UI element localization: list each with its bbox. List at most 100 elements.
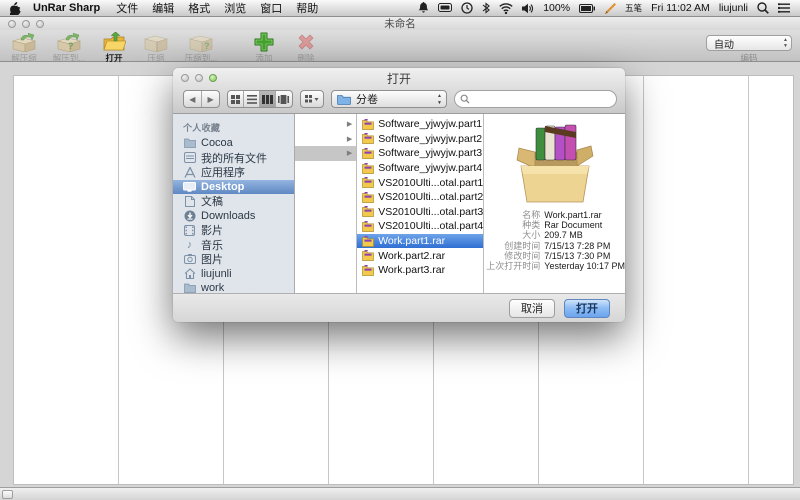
search-input[interactable] bbox=[474, 92, 616, 106]
app-name[interactable]: UnRar Sharp bbox=[33, 2, 100, 14]
sidebar-item-all-my-files[interactable]: 我的所有文件 bbox=[173, 151, 294, 166]
file-row[interactable]: Software_yjwyjw.part1.rar bbox=[357, 117, 483, 132]
parent-row[interactable]: ▶ bbox=[295, 132, 356, 147]
dialog-titlebar: 打开 bbox=[173, 68, 625, 88]
file-row[interactable]: Work.part2.rar bbox=[357, 248, 483, 263]
nav-segment: ◀ ▶ bbox=[183, 90, 220, 108]
preview-name: Work.part1.rar bbox=[544, 210, 601, 220]
pictures-icon bbox=[183, 254, 196, 264]
input-method-pen-icon[interactable] bbox=[604, 3, 616, 14]
input-method-label[interactable]: 五笔 bbox=[625, 2, 642, 14]
encoding-label: 编码 bbox=[740, 52, 757, 64]
notification-center-icon[interactable] bbox=[778, 3, 790, 13]
rar-file-icon bbox=[362, 192, 374, 203]
column-view-button[interactable] bbox=[260, 91, 276, 107]
apple-menu-icon[interactable] bbox=[10, 2, 21, 15]
preview-pane: 名称Work.part1.rar 种类Rar Document 大小209.7 … bbox=[484, 114, 625, 293]
music-note-icon: ♪ bbox=[183, 240, 196, 250]
file-row[interactable]: Work.part3.rar bbox=[357, 263, 483, 278]
menu-window[interactable]: 窗口 bbox=[260, 0, 282, 16]
notifications-bell-icon[interactable] bbox=[418, 2, 429, 14]
desktop-icon bbox=[183, 182, 196, 192]
battery-percent[interactable]: 100% bbox=[543, 2, 570, 14]
file-row[interactable]: Software_yjwyjw.part2.rar bbox=[357, 132, 483, 147]
parent-row-selected[interactable]: ▶ bbox=[295, 146, 356, 161]
add-plus-icon bbox=[254, 32, 274, 52]
preview-modified: 7/15/13 7:30 PM bbox=[544, 251, 610, 261]
coverflow-view-button[interactable] bbox=[276, 91, 292, 107]
statusbar-widget[interactable] bbox=[2, 490, 13, 499]
sidebar-item-home[interactable]: liujunli bbox=[173, 267, 294, 282]
preview-kind: Rar Document bbox=[544, 220, 602, 230]
compress-to-button[interactable]: ? 压缩到... bbox=[178, 32, 224, 64]
sidebar-item-documents[interactable]: 文稿 bbox=[173, 194, 294, 209]
rar-file-icon bbox=[362, 133, 374, 144]
battery-icon[interactable] bbox=[579, 4, 595, 13]
open-button[interactable]: 打开 bbox=[94, 32, 134, 64]
time-machine-icon[interactable] bbox=[461, 2, 473, 14]
bluetooth-icon[interactable] bbox=[482, 2, 490, 14]
cancel-button[interactable]: 取消 bbox=[509, 299, 555, 318]
menu-help[interactable]: 帮助 bbox=[296, 0, 318, 16]
menu-edit[interactable]: 编辑 bbox=[152, 0, 174, 16]
location-dropdown[interactable]: 分卷 ▲▼ bbox=[331, 90, 447, 108]
delete-button[interactable]: 删除 bbox=[286, 32, 326, 64]
menu-format[interactable]: 格式 bbox=[188, 0, 210, 16]
sidebar-item-movies[interactable]: 影片 bbox=[173, 223, 294, 238]
applications-icon bbox=[183, 167, 196, 178]
extract-to-button[interactable]: ? 解压到... bbox=[46, 32, 92, 64]
action-menu[interactable] bbox=[300, 90, 324, 108]
icon-view-button[interactable] bbox=[228, 91, 244, 107]
disclosure-icon: ▶ bbox=[347, 149, 352, 157]
rar-file-icon bbox=[362, 119, 374, 130]
dialog-title: 打开 bbox=[173, 70, 625, 87]
main-statusbar bbox=[0, 487, 800, 500]
menubar-user[interactable]: liujunli bbox=[719, 2, 748, 14]
list-view-button[interactable] bbox=[244, 91, 260, 107]
open-confirm-button[interactable]: 打开 bbox=[564, 299, 610, 318]
forward-button[interactable]: ▶ bbox=[202, 91, 220, 107]
display-icon[interactable] bbox=[438, 3, 452, 13]
preview-last-opened: Yesterday 10:17 PM bbox=[544, 261, 625, 271]
add-button[interactable]: 添加 bbox=[244, 32, 284, 64]
sidebar-item-work[interactable]: work bbox=[173, 281, 294, 293]
folder-icon bbox=[183, 138, 196, 148]
menubar-clock[interactable]: Fri 11:02 AM bbox=[651, 2, 710, 14]
sidebar-item-music[interactable]: ♪ 音乐 bbox=[173, 238, 294, 253]
sidebar-item-cocoa[interactable]: Cocoa bbox=[173, 136, 294, 151]
extract-box-icon bbox=[11, 32, 37, 52]
open-dialog: 打开 ◀ ▶ 分卷 ▲▼ bbox=[173, 68, 625, 322]
file-row[interactable]: VS2010Ulti...otal.part3.rar bbox=[357, 205, 483, 220]
volume-icon[interactable] bbox=[522, 3, 534, 14]
wifi-icon[interactable] bbox=[499, 3, 513, 14]
folder-icon bbox=[183, 283, 196, 293]
menu-view[interactable]: 浏览 bbox=[224, 0, 246, 16]
rar-file-icon bbox=[362, 163, 374, 174]
file-row[interactable]: Software_yjwyjw.part3.rar bbox=[357, 146, 483, 161]
file-row-selected[interactable]: Work.part1.rar bbox=[357, 234, 483, 249]
encoding-dropdown[interactable]: 自动 ▲▼ bbox=[706, 35, 792, 51]
delete-x-icon bbox=[296, 32, 316, 52]
menu-file[interactable]: 文件 bbox=[116, 0, 138, 16]
file-row[interactable]: VS2010Ulti...otal.part1.rar bbox=[357, 175, 483, 190]
file-row[interactable]: Software_yjwyjw.part4.rar bbox=[357, 161, 483, 176]
svg-text:?: ? bbox=[68, 41, 74, 51]
sidebar-item-pictures[interactable]: 图片 bbox=[173, 252, 294, 267]
documents-icon bbox=[183, 196, 196, 207]
spotlight-search-icon[interactable] bbox=[757, 2, 769, 14]
rar-file-icon bbox=[362, 206, 374, 217]
preview-size: 209.7 MB bbox=[544, 230, 583, 240]
back-button[interactable]: ◀ bbox=[184, 91, 202, 107]
encoding-control: 自动 ▲▼ 编码 bbox=[706, 32, 792, 64]
compress-button[interactable]: 压缩 bbox=[136, 32, 176, 64]
extract-button[interactable]: 解压缩 bbox=[4, 32, 44, 64]
file-row[interactable]: VS2010Ulti...otal.part2.rar bbox=[357, 190, 483, 205]
sidebar-item-downloads[interactable]: Downloads bbox=[173, 209, 294, 224]
disclosure-icon: ▶ bbox=[347, 120, 352, 128]
search-field bbox=[454, 90, 617, 108]
preview-created: 7/15/13 7:28 PM bbox=[544, 241, 610, 251]
sidebar-item-desktop[interactable]: Desktop bbox=[173, 180, 294, 195]
sidebar-item-applications[interactable]: 应用程序 bbox=[173, 165, 294, 180]
file-row[interactable]: VS2010Ulti...otal.part4.rar bbox=[357, 219, 483, 234]
parent-row[interactable]: ▶ bbox=[295, 117, 356, 132]
